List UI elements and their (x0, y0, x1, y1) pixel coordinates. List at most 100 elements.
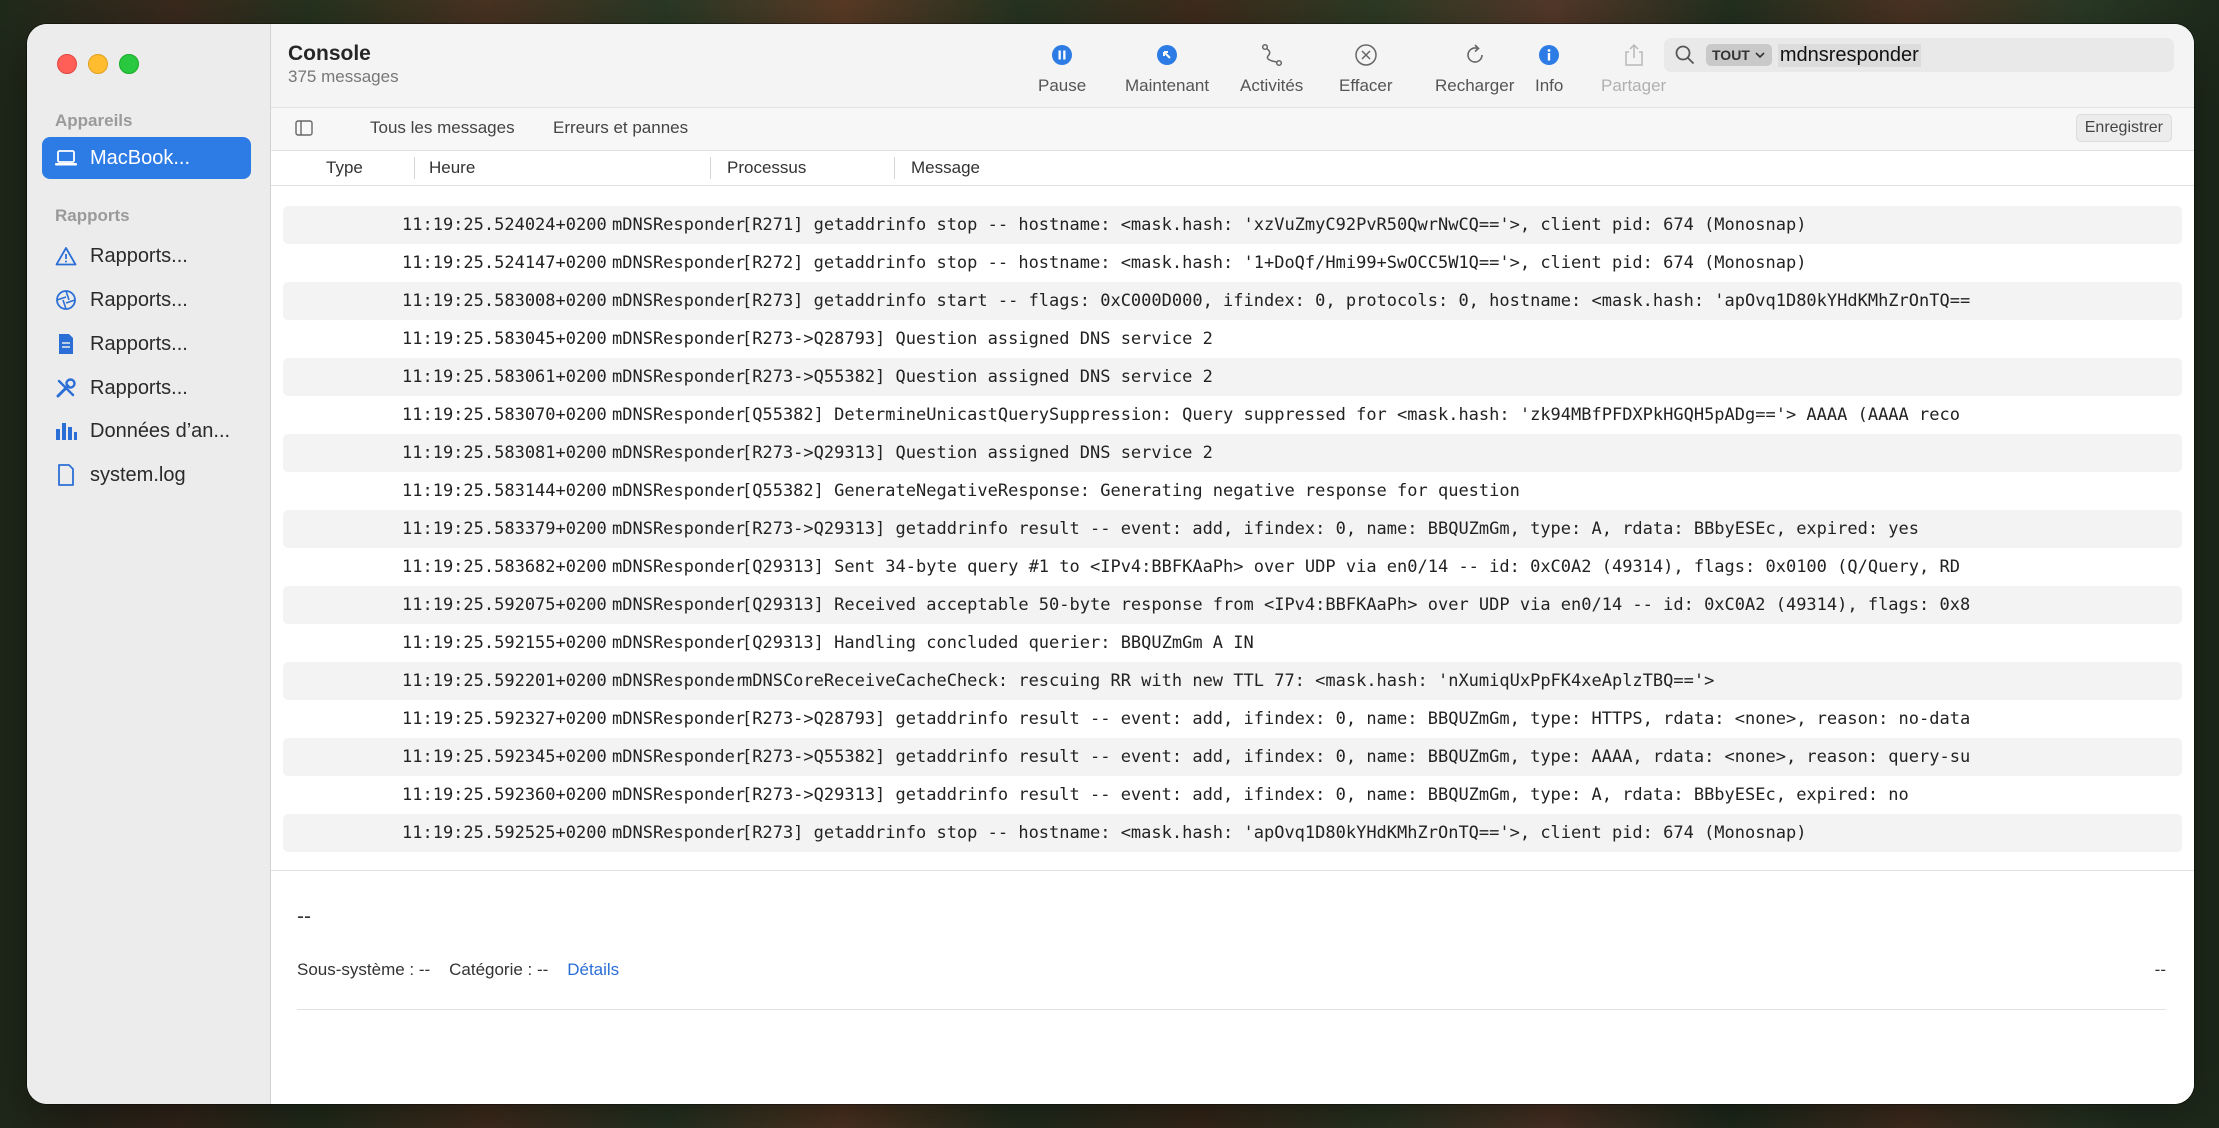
search-scope-label: TOUT (1712, 47, 1750, 63)
warning-icon (54, 244, 78, 268)
sidebar-item-reports-log[interactable]: Rapports... (42, 323, 251, 365)
detail-right-value: -- (2154, 960, 2166, 979)
sidebar-item-analytics[interactable]: Données d’an... (42, 410, 251, 452)
save-button[interactable]: Enregistrer (2075, 114, 2172, 142)
table-row[interactable]: 11:19:25.524024+0200 mDNSResponder [R271] … (283, 206, 2182, 244)
sidebar-heading-reports: Rapports (55, 206, 130, 225)
now-button[interactable]: Maintenant (1125, 38, 1209, 96)
detail-pane: -- Sous-système : -- Catégorie : -- Déta… (271, 870, 2194, 1104)
row-process: mDNSResponder (612, 709, 746, 729)
row-time: 11:19:25.592075+0200 (402, 595, 607, 615)
sidebar: Appareils MacBook... Rapports Rapports..… (27, 24, 271, 1104)
row-time: 11:19:25.583081+0200 (402, 443, 607, 463)
table-row[interactable]: 11:19:25.524147+0200 mDNSResponder [R272] … (283, 244, 2182, 282)
table-row[interactable]: 11:19:25.592360+0200 mDNSResponder [R273->… (283, 776, 2182, 814)
column-header: Type Heure Processus Message (271, 151, 2194, 186)
table-row[interactable]: 11:19:25.583379+0200 mDNSResponder [R273->… (283, 510, 2182, 548)
sidebar-heading-devices: Appareils (55, 111, 133, 130)
row-message: [R273->Q29313] getaddrinfo result -- eve… (742, 519, 1920, 539)
row-process: mDNSResponder (612, 747, 746, 767)
table-row[interactable]: 11:19:25.583045+0200 mDNSResponder [R273->… (283, 320, 2182, 358)
info-icon (1538, 38, 1560, 72)
row-time: 11:19:25.592525+0200 (402, 823, 607, 843)
main-area: Console 375 messages Pause Maintenant Ac… (271, 24, 2194, 1104)
pause-icon (1051, 38, 1073, 72)
close-window-button[interactable] (57, 54, 77, 74)
file-icon (54, 463, 78, 487)
sidebar-item-reports-crash[interactable]: Rapports... (42, 235, 251, 277)
sidebar-item-macbook[interactable]: MacBook... (42, 137, 251, 179)
column-time[interactable]: Heure (429, 158, 475, 178)
log-table: 11:19:25.524024+0200 mDNSResponder [R271] … (283, 206, 2182, 852)
search-field[interactable]: TOUT mdnsresponder (1664, 38, 2174, 72)
divider (297, 1009, 2166, 1010)
filter-all-messages[interactable]: Tous les messages (370, 118, 515, 138)
table-row[interactable]: 11:19:25.592345+0200 mDNSResponder [R273->… (283, 738, 2182, 776)
sidebar-item-label: system.log (90, 463, 186, 486)
console-window: Appareils MacBook... Rapports Rapports..… (27, 24, 2194, 1104)
row-process: mDNSResponder (612, 481, 746, 501)
sidebar-item-reports-spin[interactable]: Rapports... (42, 279, 251, 321)
clear-button[interactable]: Effacer (1339, 38, 1393, 96)
row-message: [Q29313] Handling concluded querier: BBQ… (742, 633, 1254, 653)
detail-title: -- (297, 905, 311, 928)
table-row[interactable]: 11:19:25.592201+0200 mDNSResponder mDNSCor… (283, 662, 2182, 700)
search-scope-token[interactable]: TOUT (1706, 44, 1772, 66)
row-process: mDNSResponder (612, 253, 746, 273)
activities-label: Activités (1240, 76, 1304, 95)
row-message: [R273] getaddrinfo start -- flags: 0xC00… (742, 291, 1971, 311)
sidebar-item-system-log[interactable]: system.log (42, 454, 251, 496)
row-process: mDNSResponder (612, 291, 746, 311)
column-message[interactable]: Message (911, 158, 980, 178)
filter-errors-faults[interactable]: Erreurs et pannes (553, 118, 688, 138)
now-label: Maintenant (1125, 76, 1210, 95)
sidebar-toggle-icon[interactable] (295, 120, 313, 136)
chevron-down-icon (1755, 52, 1765, 59)
row-time: 11:19:25.524147+0200 (402, 253, 607, 273)
table-row[interactable]: 11:19:25.583081+0200 mDNSResponder [R273->… (283, 434, 2182, 472)
zoom-window-button[interactable] (119, 54, 139, 74)
table-row[interactable]: 11:19:25.592327+0200 mDNSResponder [R273->… (283, 700, 2182, 738)
table-row[interactable]: 11:19:25.592155+0200 mDNSResponder [Q29313… (283, 624, 2182, 662)
sidebar-item-reports-tools[interactable]: Rapports... (42, 367, 251, 409)
sidebar-item-label: Données d’an... (90, 419, 231, 442)
row-message: [R272] getaddrinfo stop -- hostname: <ma… (742, 253, 1807, 273)
message-count: 375 messages (288, 67, 399, 86)
column-separator[interactable] (710, 157, 711, 179)
row-process: mDNSResponder (612, 785, 746, 805)
sidebar-item-label: Rapports... (90, 244, 188, 267)
row-message: [Q29313] Sent 34-byte query #1 to <IPv4:… (742, 557, 1960, 577)
table-row[interactable]: 11:19:25.583008+0200 mDNSResponder [R273] … (283, 282, 2182, 320)
column-process[interactable]: Processus (727, 158, 806, 178)
details-link[interactable]: Détails (567, 960, 619, 979)
share-icon (1623, 38, 1645, 72)
bar-chart-icon (54, 419, 78, 443)
minimize-window-button[interactable] (88, 54, 108, 74)
info-button[interactable]: Info (1535, 38, 1563, 96)
table-row[interactable]: 11:19:25.592075+0200 mDNSResponder [Q29313… (283, 586, 2182, 624)
share-button[interactable]: Partager (1601, 38, 1666, 96)
table-row[interactable]: 11:19:25.583682+0200 mDNSResponder [Q29313… (283, 548, 2182, 586)
table-row[interactable]: 11:19:25.583144+0200 mDNSResponder [Q55382… (283, 472, 2182, 510)
row-message: [R273->Q55382] getaddrinfo result -- eve… (742, 747, 1971, 767)
table-row[interactable]: 11:19:25.583061+0200 mDNSResponder [R273->… (283, 358, 2182, 396)
toolbar: Console 375 messages Pause Maintenant Ac… (271, 24, 2194, 108)
row-message: [R273->Q28793] Question assigned DNS ser… (742, 329, 1213, 349)
search-input[interactable]: mdnsresponder (1777, 43, 1921, 67)
reload-button[interactable]: Recharger (1435, 38, 1514, 96)
row-message: [Q29313] Received acceptable 50-byte res… (742, 595, 1971, 615)
column-type[interactable]: Type (326, 158, 363, 178)
sidebar-item-label: MacBook... (90, 146, 191, 169)
column-separator[interactable] (894, 157, 895, 179)
laptop-icon (54, 146, 78, 170)
column-separator[interactable] (414, 157, 415, 179)
row-time: 11:19:25.592201+0200 (402, 671, 607, 691)
pause-label: Pause (1038, 76, 1087, 95)
pause-button[interactable]: Pause (1038, 38, 1086, 96)
table-row[interactable]: 11:19:25.592525+0200 mDNSResponder [R273] … (283, 814, 2182, 852)
row-time: 11:19:25.583144+0200 (402, 481, 607, 501)
reload-label: Recharger (1435, 76, 1515, 95)
row-process: mDNSResponder (612, 215, 746, 235)
activities-button[interactable]: Activités (1240, 38, 1303, 96)
table-row[interactable]: 11:19:25.583070+0200 mDNSResponder [Q55382… (283, 396, 2182, 434)
